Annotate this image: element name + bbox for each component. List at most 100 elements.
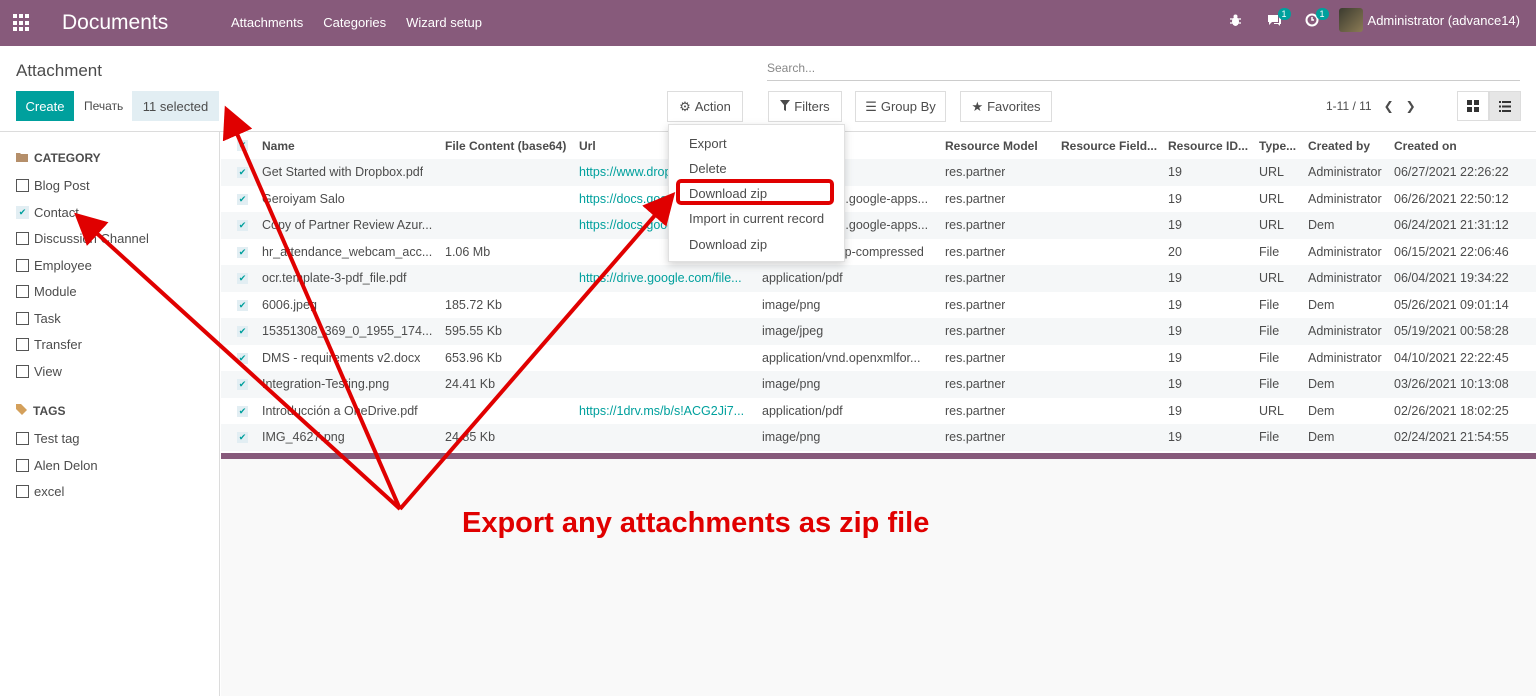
table-cell: Dem [1308,218,1335,232]
messages-icon[interactable]: 1 [1263,8,1291,31]
chevron-left-icon[interactable]: ❮ [1384,99,1394,113]
row-checkbox[interactable]: ✔ [237,299,248,311]
table-row[interactable]: ✔ DMS - requirements v2.docx 653.96 Kb appl… [221,345,1536,372]
row-checkbox[interactable]: ✔ [237,273,248,284]
row-checkbox[interactable]: ✔ [237,193,248,205]
menu-categories[interactable]: Categories [323,15,386,30]
category-label: Transfer [34,337,82,352]
column-header[interactable]: Resource ID... [1168,139,1248,153]
favorites-label: Favorites [987,99,1041,114]
search-input[interactable]: Search... [767,61,1520,81]
row-checkbox[interactable]: ✔ [237,246,248,258]
apps-menu-icon[interactable] [13,14,31,32]
column-header[interactable]: Resource Model [945,139,1038,153]
table-row[interactable]: ✔ Geroiyam Salo https://docs.google.com/..… [221,186,1536,213]
row-checkbox[interactable]: ✔ [237,405,248,417]
favorites-button[interactable]: ★ Favorites [960,91,1052,122]
column-header[interactable]: Url [579,139,596,153]
table-row[interactable]: ✔ ocr.template-3-pdf_file.pdf https://driv… [221,265,1536,292]
select-all-checkbox[interactable]: ✔ [237,140,248,151]
tag-item[interactable]: excel [16,484,64,499]
row-checkbox[interactable]: ✔ [237,352,248,364]
list-view-icon[interactable] [1489,91,1521,121]
table-row[interactable]: ✔ 15351308_369_0_1955_174... 595.55 Kb imag… [221,318,1536,345]
table-cell: hr_attendance_webcam_acc... [262,244,433,259]
checkbox[interactable] [16,311,29,325]
checkbox[interactable] [16,432,29,445]
category-item[interactable]: Task [16,311,61,326]
row-checkbox[interactable]: ✔ [237,167,248,178]
category-item[interactable]: View [16,364,62,379]
tag-label: excel [34,484,65,499]
column-header[interactable]: File Content (base64) [445,139,566,153]
category-item[interactable]: Employee [16,258,92,273]
table-row[interactable]: ✔ Integration-Testing.png 24.41 Kb image/pn… [221,371,1536,398]
activities-clock-icon[interactable]: 1 [1301,8,1329,31]
category-item[interactable]: Transfer [16,337,82,352]
action-button[interactable]: ⚙ Action [667,91,743,122]
category-item[interactable]: Discussion Channel [16,231,149,246]
table-cell[interactable]: https://drive.google.com/file... [579,271,742,285]
column-header[interactable]: Resource Field... [1061,139,1157,153]
chevron-right-icon[interactable]: ❯ [1406,99,1416,113]
row-checkbox[interactable]: ✔ [237,326,248,337]
print-button[interactable]: Печать [84,99,123,113]
table-cell: 6006.jpeg [262,297,317,312]
filters-button[interactable]: Filters [768,91,842,122]
checkbox[interactable] [16,364,29,378]
table-cell: res.partner [945,244,1006,259]
checkbox[interactable] [16,232,29,245]
table-cell: Administrator [1308,165,1382,179]
table-row[interactable]: ✔ IMG_4627.png 24.85 Kb image/png res.partne… [221,424,1536,451]
row-checkbox[interactable]: ✔ [237,432,248,443]
menu-wizard-setup[interactable]: Wizard setup [406,15,482,30]
kanban-view-icon[interactable] [1457,91,1489,121]
column-header[interactable]: Type... [1259,139,1296,153]
column-header[interactable]: Name [262,139,295,153]
category-item[interactable]: Module [16,284,77,299]
checkbox[interactable] [16,458,29,472]
table-cell: res.partner [945,218,1006,232]
checkbox[interactable]: ✔ [16,205,29,219]
checkbox[interactable] [16,338,29,351]
user-menu[interactable]: Administrator (advance14) [1338,8,1520,32]
pager-value[interactable]: 1-11 / 11 [1326,99,1372,113]
checkbox[interactable] [16,285,29,298]
category-item[interactable]: Blog Post [16,178,90,193]
table-row[interactable]: ✔ Introducción a OneDrive.pdf https://1drv… [221,398,1536,425]
action-delete[interactable]: Delete [689,161,727,176]
table-cell[interactable]: https://1drv.ms/b/s!ACG2Ji7... [579,404,744,418]
table-cell: res.partner [945,377,1006,391]
group-by-button[interactable]: ☰ Group By [855,91,946,122]
table-cell: image/png [762,430,821,444]
table-cell: application/pdf [762,271,843,285]
debug-bug-icon[interactable] [1225,9,1247,31]
table-cell: Geroiyam Salo [262,191,345,206]
action-import-current-record[interactable]: Import in current record [689,211,824,226]
row-checkbox[interactable]: ✔ [237,220,248,231]
table-row[interactable]: ✔hr_attendance_webcam_acc...1.06 Mbappli… [221,239,1536,266]
category-item[interactable]: ✔ Contact [16,205,79,220]
action-download-zip-2[interactable]: Download zip [689,237,767,252]
table-row[interactable]: ✔ Copy of Partner Review Azur... https://d… [221,212,1536,239]
selected-count[interactable]: 11 selected [132,91,219,121]
tag-item[interactable]: Test tag [16,431,80,446]
menu-attachments[interactable]: Attachments [231,15,303,30]
category-label: Module [34,284,77,299]
table-row[interactable]: ✔ 6006.jpeg 185.72 Kb image/png res.partner 1… [221,292,1536,319]
tags-title: TAGS [33,404,66,418]
table-cell: 06/27/2021 22:26:22 [1394,165,1509,179]
row-checkbox[interactable]: ✔ [237,379,248,390]
search-panel: CATEGORY Blog Post ✔ Contact Discussion Cha… [0,132,220,696]
create-button[interactable]: Create [16,91,74,121]
checkbox[interactable] [16,258,29,272]
action-export[interactable]: Export [689,136,727,151]
checkbox[interactable] [16,485,29,498]
column-header[interactable]: Created by [1308,139,1370,153]
column-header[interactable]: Created on [1394,139,1457,153]
tag-item[interactable]: Alen Delon [16,458,98,473]
table-cell: File [1259,350,1280,365]
checkbox[interactable] [16,179,29,192]
table-row[interactable]: ✔ Get Started with Dropbox.pdf https://www… [221,159,1536,186]
table-cell: res.partner [945,403,1006,418]
